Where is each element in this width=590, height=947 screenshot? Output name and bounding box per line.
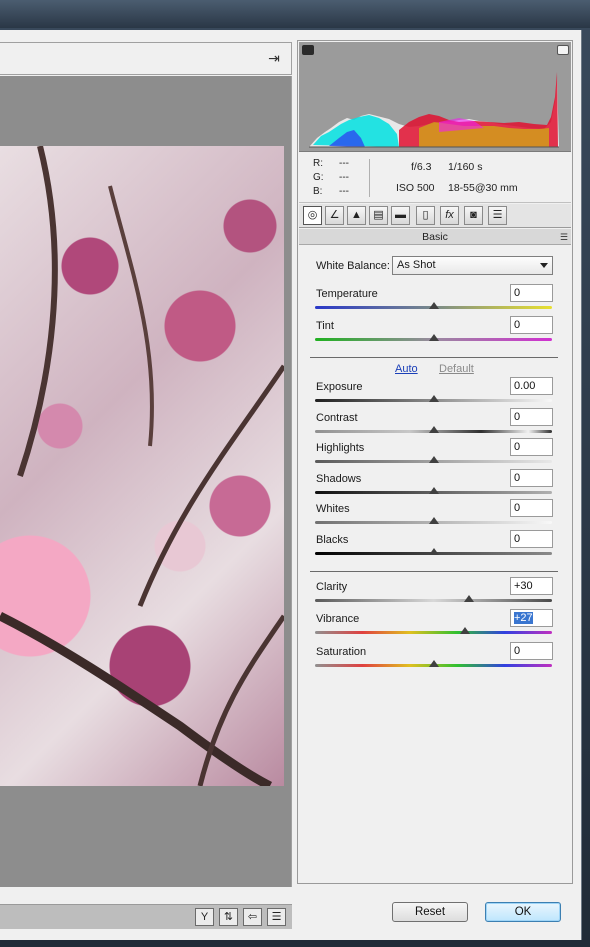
saturation-value: 0: [514, 645, 521, 657]
blacks-value: 0: [514, 533, 521, 545]
clarity-value-field[interactable]: +30: [510, 577, 553, 595]
temperature-value-field[interactable]: 0: [510, 284, 553, 302]
branch-overlay: [0, 146, 284, 786]
effects-icon[interactable]: fx: [440, 206, 459, 225]
temperature-slider-thumb[interactable]: [428, 302, 439, 309]
swap-settings-icon[interactable]: ⇅: [219, 908, 238, 926]
green-value: ---: [339, 172, 349, 183]
white-balance-label: White Balance:: [316, 260, 390, 272]
reset-button[interactable]: Reset: [392, 902, 468, 922]
clarity-label: Clarity: [316, 581, 348, 593]
detail-icon[interactable]: ▲: [347, 206, 366, 225]
preview-status-bar: Y ⇅ ⇦ ☰: [0, 904, 292, 929]
image-preview-area[interactable]: Y ⇅ ⇦ ☰: [0, 76, 292, 929]
application-window: ⇥ Y ⇅ ⇦ ☰ R: G: B: --- --- --- f/6.3 1/1…: [0, 0, 590, 947]
blue-label: B:: [313, 186, 323, 197]
exit-preview-icon[interactable]: ⇥: [264, 49, 284, 67]
highlights-value-field[interactable]: 0: [510, 438, 553, 456]
histogram-graph: [309, 72, 559, 148]
whites-slider-thumb[interactable]: [428, 517, 439, 524]
exposure-slider-thumb[interactable]: [428, 395, 439, 402]
blacks-slider-thumb[interactable]: [428, 548, 439, 555]
vibrance-slider-thumb[interactable]: [460, 627, 471, 634]
white-balance-dropdown[interactable]: As Shot: [392, 256, 553, 275]
saturation-slider-thumb[interactable]: [428, 660, 439, 667]
hsl-icon[interactable]: ▤: [369, 206, 388, 225]
shadows-slider-thumb[interactable]: [428, 487, 439, 494]
clarity-slider-thumb[interactable]: [464, 595, 475, 602]
whites-label: Whites: [316, 503, 350, 515]
y-split-icon[interactable]: Y: [195, 908, 214, 926]
image-info: R: G: B: --- --- --- f/6.3 1/160 s ISO 5…: [299, 153, 571, 203]
contrast-value-field[interactable]: 0: [510, 408, 553, 426]
preview-toolbar: ⇥: [0, 42, 292, 75]
saturation-label: Saturation: [316, 646, 367, 658]
shutter-value: 1/160 s: [448, 161, 483, 173]
red-label: R:: [313, 158, 323, 169]
temperature-label: Temperature: [316, 288, 378, 300]
contrast-slider-thumb[interactable]: [428, 426, 439, 433]
whites-value-field[interactable]: 0: [510, 499, 553, 517]
aperture-value: f/6.3: [411, 161, 432, 173]
camera-raw-dialog: ⇥ Y ⇅ ⇦ ☰ R: G: B: --- --- --- f/6.3 1/1…: [0, 30, 582, 940]
copy-settings-icon[interactable]: ⇦: [243, 908, 262, 926]
exposure-value-field[interactable]: 0.00: [510, 377, 553, 395]
contrast-value: 0: [514, 411, 521, 423]
highlights-value: 0: [514, 441, 521, 453]
tint-label: Tint: [316, 320, 334, 332]
ok-button[interactable]: OK: [485, 902, 561, 922]
clarity-value: +30: [514, 580, 533, 592]
highlights-slider-thumb[interactable]: [428, 456, 439, 463]
camera-calibration-icon[interactable]: ◙: [464, 206, 483, 225]
saturation-value-field[interactable]: 0: [510, 642, 553, 660]
exposure-label: Exposure: [316, 381, 363, 393]
divider-1: [310, 357, 558, 358]
vibrance-value: +27: [514, 612, 533, 624]
divider-2: [310, 571, 558, 572]
panel-title: Basic ☰: [299, 229, 571, 245]
panel-menu-icon[interactable]: ☰: [560, 229, 568, 245]
tint-value: 0: [514, 319, 521, 331]
blacks-label: Blacks: [316, 534, 349, 546]
info-divider: [369, 159, 370, 197]
cherry-blossom-photo: [0, 146, 284, 786]
shadows-value: 0: [514, 472, 521, 484]
shadows-value-field[interactable]: 0: [510, 469, 553, 487]
temperature-value: 0: [514, 287, 521, 299]
lens-value: 18-55@30 mm: [448, 182, 518, 194]
green-label: G:: [313, 172, 324, 183]
presets-icon[interactable]: ☰: [488, 206, 507, 225]
split-toning-icon[interactable]: ▬: [391, 206, 410, 225]
shadows-label: Shadows: [316, 473, 362, 485]
vibrance-slider-track[interactable]: [315, 631, 552, 634]
blacks-value-field[interactable]: 0: [510, 530, 553, 548]
basic-icon[interactable]: ◎: [303, 206, 322, 225]
histogram: [299, 42, 571, 152]
whites-value: 0: [514, 502, 521, 514]
auto-link[interactable]: Auto: [395, 363, 418, 375]
panel-title-text: Basic: [422, 231, 448, 243]
white-balance-value: As Shot: [397, 259, 436, 271]
blue-value: ---: [339, 186, 349, 197]
lens-corrections-icon[interactable]: ▯: [416, 206, 435, 225]
panel-tabs: ◎ ∠ ▲ ▤ ▬ ▯ fx ◙ ☰: [299, 204, 571, 228]
tone-curve-icon[interactable]: ∠: [325, 206, 344, 225]
vibrance-label: Vibrance: [316, 613, 360, 625]
red-value: ---: [339, 158, 349, 169]
chevron-down-icon: [540, 263, 548, 268]
iso-value: ISO 500: [396, 182, 435, 194]
default-link[interactable]: Default: [439, 363, 474, 375]
clarity-slider-track[interactable]: [315, 599, 552, 602]
toggle-defaults-icon[interactable]: ☰: [267, 908, 286, 926]
title-bar: [0, 0, 590, 28]
exposure-value: 0.00: [514, 380, 536, 392]
highlights-label: Highlights: [316, 442, 365, 454]
tint-value-field[interactable]: 0: [510, 316, 553, 334]
contrast-label: Contrast: [316, 412, 358, 424]
tint-slider-thumb[interactable]: [428, 334, 439, 341]
vibrance-value-field[interactable]: +27: [510, 609, 553, 627]
